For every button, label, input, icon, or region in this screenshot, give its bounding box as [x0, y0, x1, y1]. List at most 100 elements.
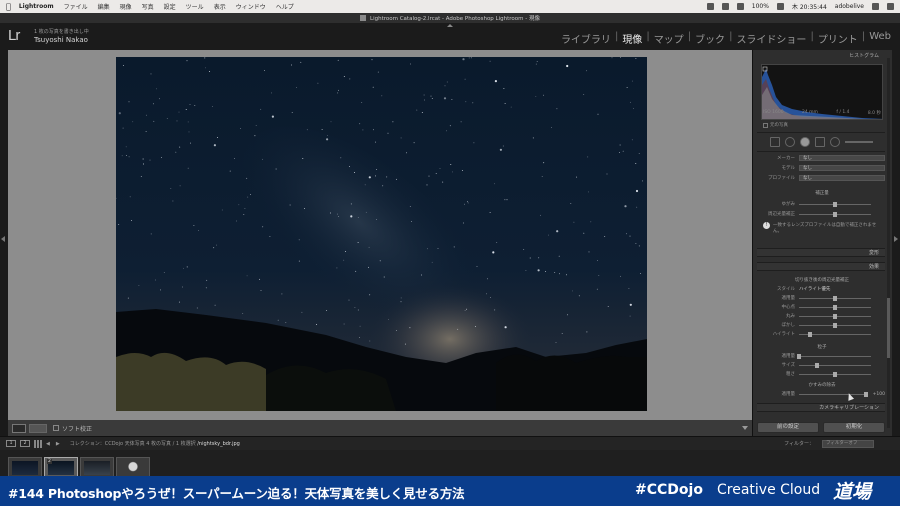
- vignette-highlights-label: ハイライト: [772, 332, 795, 337]
- vignette-style-label: スタイル: [777, 287, 795, 292]
- filmstrip-header: 1 2 ◀ ▶ コレクション：CCDojo 天体写真 4 枚の写真 / 1 枚選…: [0, 436, 900, 450]
- identity-name: Tsuyoshi Nakao: [34, 36, 88, 44]
- slider-knob[interactable]: [833, 322, 837, 328]
- grain-amount-slider[interactable]: [797, 353, 871, 359]
- filter-select[interactable]: フィルターオフ: [822, 439, 874, 448]
- vignette-feather-slider[interactable]: [799, 322, 871, 328]
- menu-photo[interactable]: 写真: [142, 2, 154, 11]
- module-library[interactable]: ライブラリ: [558, 31, 614, 46]
- menu-file[interactable]: ファイル: [64, 2, 88, 11]
- transform-section-header[interactable]: 変形: [757, 248, 885, 257]
- shutter-readout: 8.0 秒: [867, 111, 881, 116]
- right-panel-edge[interactable]: [892, 50, 900, 436]
- vignette-roundness-row: 丸み: [759, 312, 885, 320]
- module-slideshow[interactable]: スライドショー: [733, 31, 809, 46]
- vignette-highlights-slider[interactable]: [799, 331, 871, 337]
- slider-knob[interactable]: [833, 313, 837, 319]
- profile-profile-select[interactable]: なし: [799, 175, 885, 181]
- previous-settings-button[interactable]: 前の設定: [757, 422, 819, 433]
- main-photo[interactable]: [116, 57, 647, 411]
- original-photo-checkbox[interactable]: [763, 122, 768, 128]
- clock[interactable]: 木 20:35:44: [792, 2, 827, 11]
- vignette-roundness-slider[interactable]: [799, 313, 871, 319]
- effects-section-header[interactable]: 効果: [757, 262, 885, 271]
- module-develop[interactable]: 現像: [619, 31, 645, 46]
- lens-distortion-slider[interactable]: [799, 201, 871, 207]
- menu-view[interactable]: 表示: [214, 2, 226, 11]
- menu-help[interactable]: ヘルプ: [276, 2, 294, 11]
- battery-icon[interactable]: [776, 3, 784, 10]
- reset-button[interactable]: 初期化: [823, 422, 885, 433]
- profile-make-select[interactable]: なし: [799, 155, 885, 161]
- filmstrip-source-path[interactable]: コレクション：CCDojo 天体写真 4 枚の写真 / 1 枚選択 /night…: [70, 440, 240, 447]
- vignette-amount-label: 適用量: [781, 296, 796, 301]
- toolbar-menu-chevron-down-icon[interactable]: [742, 426, 748, 430]
- calibration-section-header[interactable]: カメラキャリブレーション: [757, 403, 885, 412]
- slider-knob[interactable]: [797, 353, 801, 359]
- notification-icon[interactable]: [887, 3, 894, 10]
- crop-icon[interactable]: [769, 137, 780, 147]
- back-arrow-icon[interactable]: ◀: [46, 441, 50, 447]
- menu-edit[interactable]: 編集: [98, 2, 110, 11]
- slider-knob[interactable]: [833, 201, 837, 207]
- slider-knob[interactable]: [833, 304, 837, 310]
- menu-app-name[interactable]: Lightroom: [19, 3, 54, 10]
- apple-icon[interactable]: : [6, 2, 11, 11]
- right-panel-scrollbar[interactable]: [887, 58, 890, 428]
- left-panel-toggle-icon[interactable]: [1, 236, 5, 242]
- loupe-view-icon[interactable]: [12, 423, 26, 433]
- grain-size-slider[interactable]: [799, 362, 871, 368]
- menu-tools[interactable]: ツール: [186, 2, 204, 11]
- status-icon[interactable]: [706, 3, 714, 10]
- profile-model-label: モデル: [781, 166, 796, 171]
- menu-develop[interactable]: 現像: [120, 2, 132, 11]
- vignette-style-select[interactable]: ハイライト優先: [799, 286, 830, 292]
- vignette-midpoint-slider[interactable]: [799, 304, 871, 310]
- top-panel-toggle-icon[interactable]: [447, 24, 453, 27]
- grain-size-label: サイズ: [781, 363, 795, 368]
- right-panel-toggle-icon[interactable]: [894, 236, 898, 242]
- original-photo-toggle[interactable]: 元の写真: [763, 122, 788, 128]
- module-web[interactable]: Web: [866, 31, 894, 46]
- dehaze-amount-value[interactable]: +100: [869, 392, 885, 397]
- volume-icon[interactable]: [736, 3, 744, 10]
- graduated-filter-icon[interactable]: [814, 137, 825, 147]
- slider-knob[interactable]: [833, 371, 837, 377]
- before-after-view-icon[interactable]: [29, 423, 47, 433]
- module-book[interactable]: ブック: [692, 31, 728, 46]
- spot-removal-icon[interactable]: [784, 137, 795, 147]
- vignette-amount-slider[interactable]: [799, 295, 871, 301]
- histogram-header[interactable]: ヒストグラム: [757, 52, 885, 61]
- red-eye-icon[interactable]: [799, 137, 810, 147]
- slider-knob[interactable]: [833, 211, 837, 217]
- wifi-icon[interactable]: [721, 3, 729, 10]
- radial-filter-icon[interactable]: [829, 137, 840, 147]
- brush-icon[interactable]: [844, 141, 873, 143]
- brand-name: Creative Cloud: [717, 482, 821, 498]
- lens-vignetting-slider[interactable]: [799, 211, 871, 217]
- profile-model-row: モデル なし: [759, 164, 885, 172]
- battery-level[interactable]: 100%: [752, 3, 769, 10]
- profile-model-select[interactable]: なし: [799, 165, 885, 171]
- spotlight-icon[interactable]: [872, 3, 879, 10]
- lens-amount-title: 補正量: [815, 191, 829, 196]
- user-name[interactable]: adobelive: [835, 3, 864, 10]
- module-print[interactable]: プリント: [815, 31, 861, 46]
- softproof-label[interactable]: ソフト校正: [62, 424, 92, 433]
- slider-knob[interactable]: [863, 391, 868, 397]
- dehaze-amount-slider[interactable]: [799, 391, 868, 397]
- menu-settings[interactable]: 設定: [164, 2, 176, 11]
- softproof-checkbox[interactable]: [53, 425, 59, 431]
- scrollbar-thumb[interactable]: [887, 298, 890, 358]
- menu-window[interactable]: ウィンドウ: [236, 2, 266, 11]
- module-map[interactable]: マップ: [651, 31, 687, 46]
- second-monitor-icon[interactable]: 2: [20, 440, 30, 447]
- main-monitor-icon[interactable]: 1: [6, 440, 16, 447]
- grain-roughness-slider[interactable]: [799, 371, 871, 377]
- left-panel-collapsed[interactable]: [0, 50, 8, 420]
- grid-view-icon[interactable]: [34, 439, 42, 448]
- slider-knob[interactable]: [833, 295, 837, 301]
- forward-arrow-icon[interactable]: ▶: [56, 441, 60, 447]
- slider-knob[interactable]: [807, 331, 812, 337]
- slider-knob[interactable]: [815, 362, 819, 368]
